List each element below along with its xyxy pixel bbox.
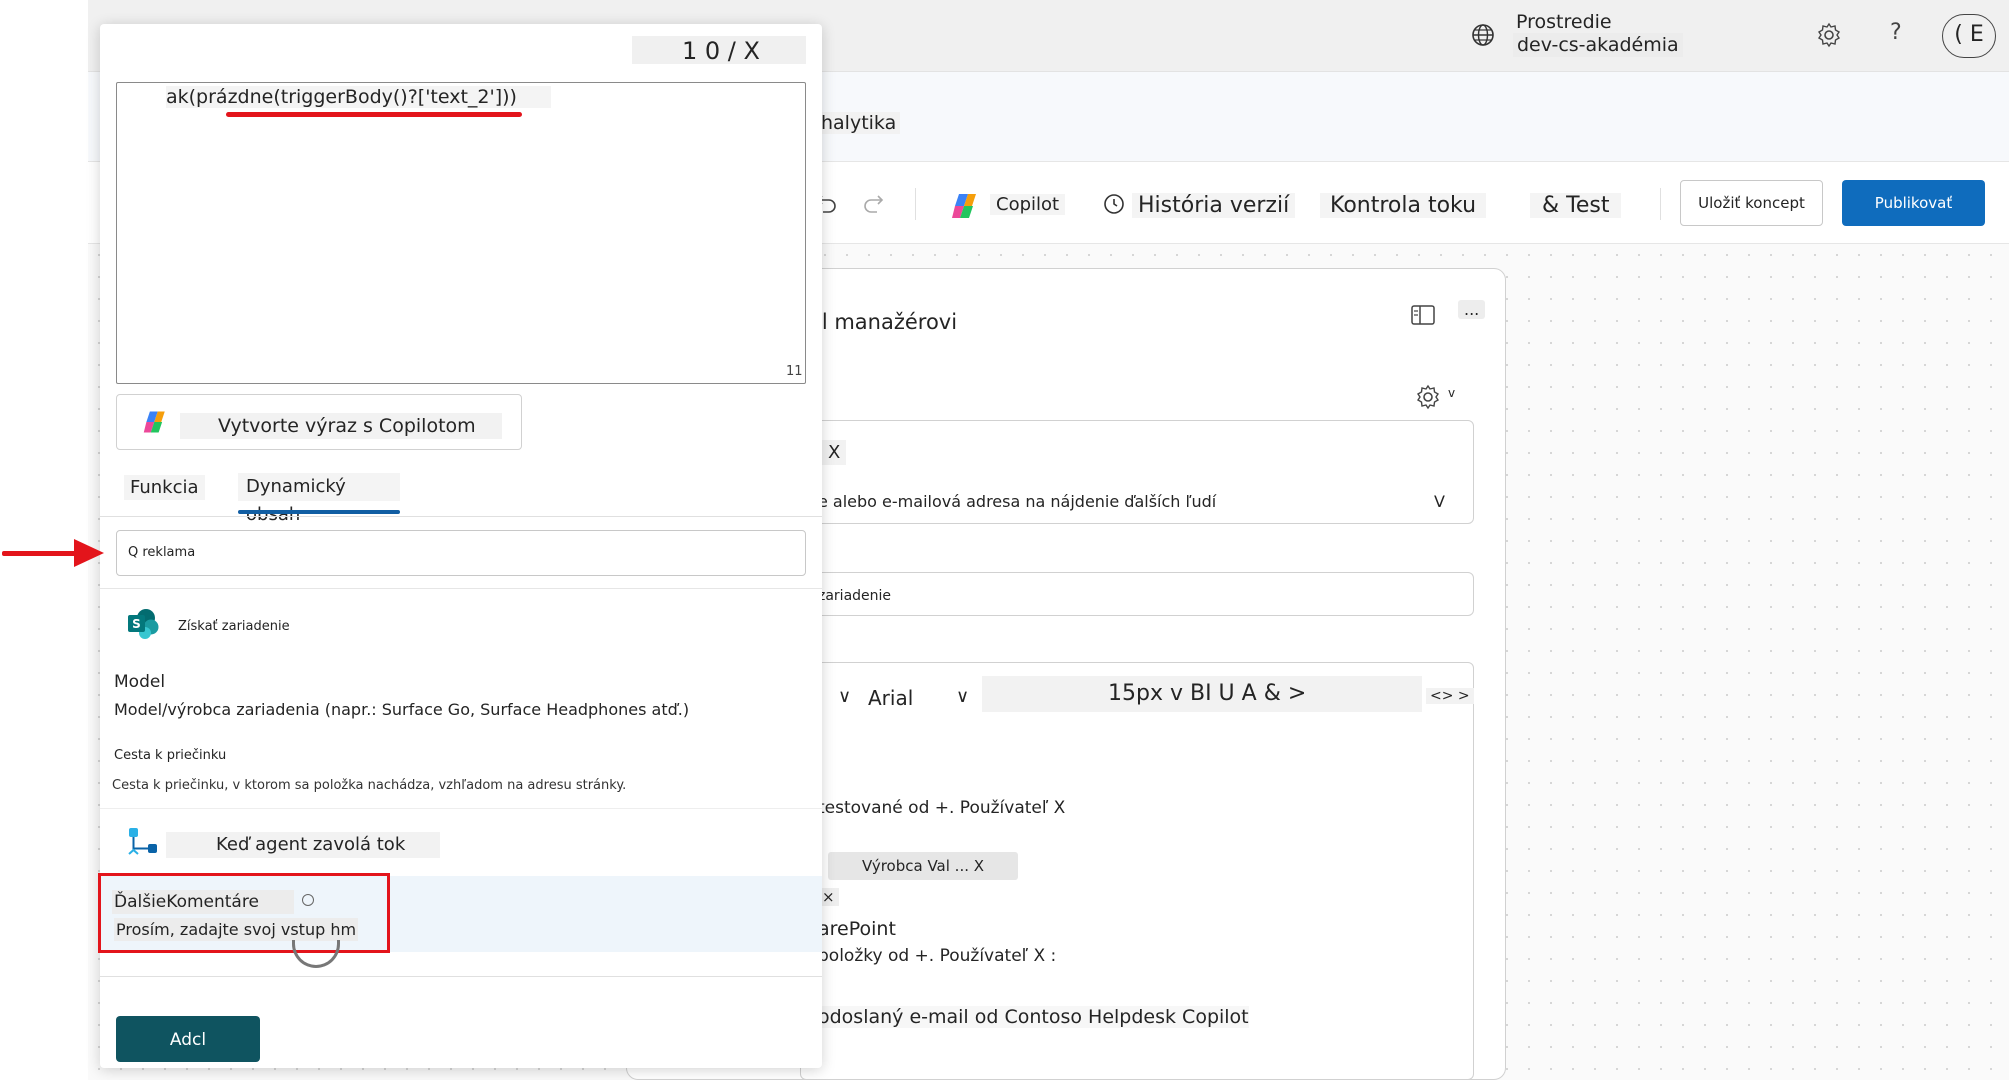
search-input[interactable] — [116, 530, 806, 576]
body-line: odoslaný e-mail od Contoso Helpdesk Copi… — [818, 1006, 1249, 1028]
chevron-down-icon[interactable]: v — [1448, 386, 1455, 400]
more-options-button[interactable]: ... — [1458, 300, 1486, 319]
to-field-hint: e alebo e-mailová adresa na nájdenie ďal… — [818, 492, 1217, 511]
divider — [100, 808, 822, 809]
tab-dynamic-content[interactable]: Dynamický obsah — [238, 473, 400, 525]
globe-icon[interactable] — [1470, 22, 1496, 48]
copilot-icon — [143, 411, 165, 433]
chevron-down-icon[interactable]: ∨ — [838, 686, 851, 707]
svg-text:S: S — [132, 617, 141, 631]
tabs-divider — [100, 516, 822, 517]
dynamic-item-description: Model/výrobca zariadenia (napr.: Surface… — [114, 700, 690, 719]
body-line: arePoint — [818, 918, 896, 940]
annotation-highlight-box — [98, 873, 390, 953]
sharepoint-icon: S — [128, 609, 159, 639]
tab-function[interactable]: Funkcia — [124, 475, 205, 500]
subject-field[interactable] — [800, 572, 1474, 616]
search-input-value[interactable]: Q reklama — [128, 545, 195, 560]
dynamic-group-title: Keď agent zavolá tok — [166, 832, 440, 858]
gear-icon[interactable] — [1415, 384, 1441, 410]
token-counter: 1 0 / X — [632, 36, 806, 65]
side-panel-icon[interactable] — [1410, 304, 1436, 326]
environment-name[interactable]: dev-cs-akadémia — [1513, 33, 1683, 57]
chevron-down-icon[interactable]: ∨ — [956, 686, 969, 707]
create-expression-label[interactable]: Vytvorte výraz s Copilotom — [180, 413, 502, 439]
body-line: testované od +. Používateľ X — [818, 798, 1066, 818]
dynamic-group-title: Získať zariadenie — [178, 619, 290, 634]
character-count: 11 — [786, 364, 803, 379]
dynamic-item-description: Cesta k priečinku, v ktorom sa položka n… — [112, 778, 627, 793]
annotation-underline — [226, 112, 522, 117]
annotation-arrow-head — [74, 539, 104, 567]
dynamic-content-token[interactable]: Výrobca Val ... X — [828, 852, 1018, 880]
chevron-down-icon[interactable]: V — [1434, 492, 1445, 511]
redo-icon[interactable] — [860, 190, 888, 218]
flow-checker-button[interactable]: Kontrola toku — [1320, 193, 1487, 218]
active-tab-indicator — [238, 510, 400, 514]
publish-button[interactable]: Publikovať — [1842, 180, 1985, 226]
copilot-icon[interactable] — [950, 190, 982, 222]
expression-text[interactable]: ak(prázdne(triggerBody()?['text_2'])) — [166, 86, 551, 108]
divider — [100, 588, 822, 589]
help-button[interactable]: ? — [1890, 20, 1902, 45]
dynamic-item-model[interactable]: Model — [114, 672, 165, 692]
rte-formatting-toolbar[interactable]: 15px v BI U A & > — [982, 676, 1422, 712]
action-card-title: il manažérovi — [816, 310, 958, 334]
body-line: položky od +. Používateľ X : — [818, 946, 1057, 966]
history-icon[interactable] — [1102, 192, 1126, 216]
test-button[interactable]: & Test — [1530, 193, 1622, 218]
dynamic-item-folder-path[interactable]: Cesta k priečinku — [114, 748, 226, 763]
environment-label[interactable]: Prostredie — [1516, 10, 1612, 34]
toolbar-divider — [1660, 188, 1661, 220]
avatar[interactable]: ( E — [1942, 14, 1996, 58]
subheader-title: halytika — [817, 112, 901, 134]
add-button[interactable]: Adcl — [116, 1016, 260, 1062]
copilot-button[interactable]: Copilot — [990, 194, 1066, 215]
subject-field-value: zariadenie — [818, 588, 892, 604]
expression-textarea[interactable] — [116, 82, 806, 384]
to-field-token[interactable]: X — [822, 440, 847, 465]
version-history-button[interactable]: História verzií — [1132, 193, 1296, 218]
save-draft-button[interactable]: Uložiť koncept — [1680, 180, 1823, 226]
code-view-button[interactable]: <> > — [1426, 688, 1474, 704]
divider — [100, 976, 822, 977]
flow-trigger-icon — [128, 828, 157, 855]
annotation-arrow — [2, 551, 78, 556]
settings-gear-icon[interactable] — [1816, 22, 1842, 48]
font-family-select[interactable]: Arial — [868, 686, 913, 710]
toolbar-divider — [915, 188, 916, 220]
